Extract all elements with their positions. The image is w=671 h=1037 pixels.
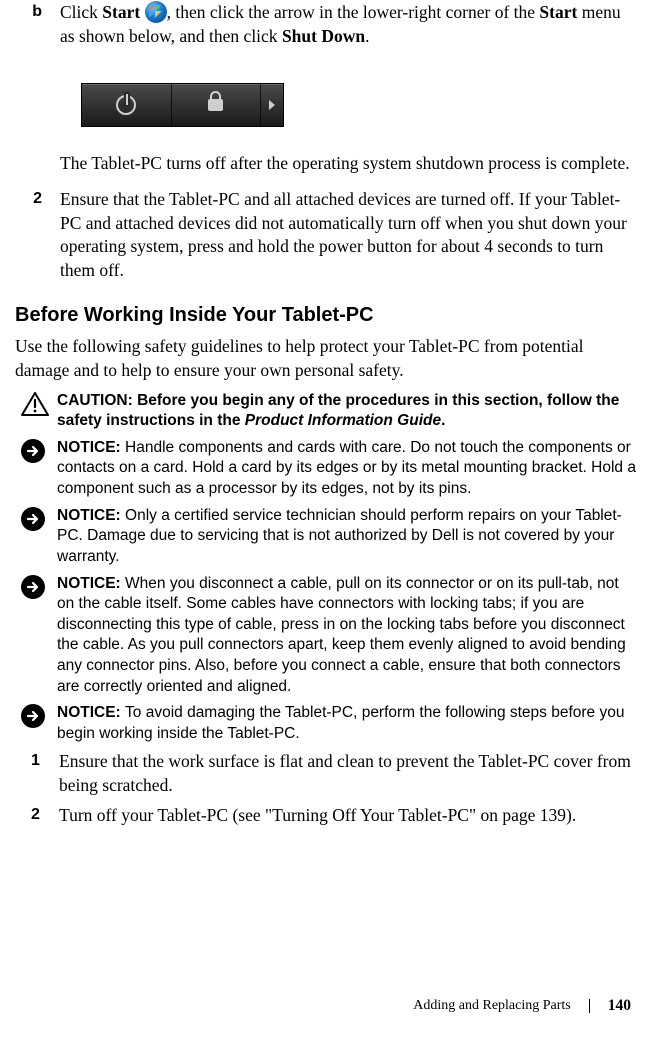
notice-label: NOTICE: (57, 507, 125, 524)
caution-block: CAUTION: Before you begin any of the pro… (15, 391, 637, 432)
substep-b: b Click Start , then click the arrow in … (15, 1, 637, 48)
start-label: Start (539, 2, 577, 22)
lock-button-cell (172, 84, 262, 126)
section-heading: Before Working Inside Your Tablet-PC (15, 304, 637, 327)
chapter-title: Adding and Replacing Parts (413, 998, 570, 1014)
substep-bullet: b (15, 1, 60, 48)
shutdown-bar (81, 83, 284, 127)
power-icon (116, 95, 136, 115)
notice-text: NOTICE: Handle components and cards with… (57, 438, 637, 500)
notice-arrow-icon (21, 704, 45, 728)
text: Click (60, 2, 102, 22)
step-text: Turn off your Tablet-PC (see "Turning Of… (59, 804, 637, 828)
notice-block: NOTICE: Only a certified service technic… (15, 506, 637, 568)
start-label: Start (102, 2, 140, 22)
footer-separator (589, 999, 590, 1013)
notice-icon-wrap (15, 506, 57, 568)
step-number: 1 (15, 750, 59, 797)
step-number: 2 (15, 804, 59, 828)
notice-label: NOTICE: (57, 439, 125, 456)
shutdown-label: Shut Down (282, 26, 365, 46)
step-1: 1 Ensure that the work surface is flat a… (15, 750, 637, 797)
page-number: 140 (608, 997, 631, 1015)
notice-block: NOTICE: Handle components and cards with… (15, 438, 637, 500)
caution-text: CAUTION: Before you begin any of the pro… (57, 391, 637, 432)
notice-arrow-icon (21, 507, 45, 531)
step-number: 2 (15, 188, 60, 283)
notice-arrow-icon (21, 575, 45, 599)
shutdown-bar-image (81, 83, 637, 127)
arrow-right-icon (269, 100, 275, 110)
caution-icon-wrap (15, 391, 57, 432)
step-text: Ensure that the work surface is flat and… (59, 750, 637, 797)
text (140, 2, 144, 22)
page-footer: Adding and Replacing Parts 140 (413, 997, 631, 1015)
notice-label: NOTICE: (57, 704, 125, 721)
lock-icon (208, 99, 223, 111)
notice-icon-wrap (15, 574, 57, 698)
notice-icon-wrap (15, 438, 57, 500)
power-button-cell (82, 84, 172, 126)
text: . (441, 412, 445, 429)
text: Handle components and cards with care. D… (57, 439, 636, 497)
intro-paragraph: Use the following safety guidelines to h… (15, 335, 637, 382)
notice-text: NOTICE: When you disconnect a cable, pul… (57, 574, 637, 698)
notice-block: NOTICE: To avoid damaging the Tablet-PC,… (15, 703, 637, 744)
notice-text: NOTICE: To avoid damaging the Tablet-PC,… (57, 703, 637, 744)
notice-label: NOTICE: (57, 575, 125, 592)
arrow-button-cell (261, 84, 283, 126)
notice-arrow-icon (21, 439, 45, 463)
text: When you disconnect a cable, pull on its… (57, 575, 626, 695)
guide-title: Product Information Guide (245, 412, 441, 429)
substep-text: Click Start , then click the arrow in th… (60, 1, 637, 48)
caution-triangle-icon (21, 392, 49, 416)
text: , then click the arrow in the lower-righ… (167, 2, 540, 22)
step-text: Ensure that the Tablet-PC and all attach… (60, 188, 637, 283)
start-orb-icon (145, 1, 167, 23)
notice-block: NOTICE: When you disconnect a cable, pul… (15, 574, 637, 698)
text: Only a certified service technician shou… (57, 507, 622, 565)
notice-text: NOTICE: Only a certified service technic… (57, 506, 637, 568)
text: . (365, 26, 369, 46)
step-2: 2 Ensure that the Tablet-PC and all atta… (15, 188, 637, 283)
caution-label: CAUTION: (57, 392, 137, 409)
notice-icon-wrap (15, 703, 57, 744)
step-2b: 2 Turn off your Tablet-PC (see "Turning … (15, 804, 637, 828)
text: To avoid damaging the Tablet-PC, perform… (57, 704, 624, 742)
result-paragraph: The Tablet-PC turns off after the operat… (60, 152, 637, 176)
